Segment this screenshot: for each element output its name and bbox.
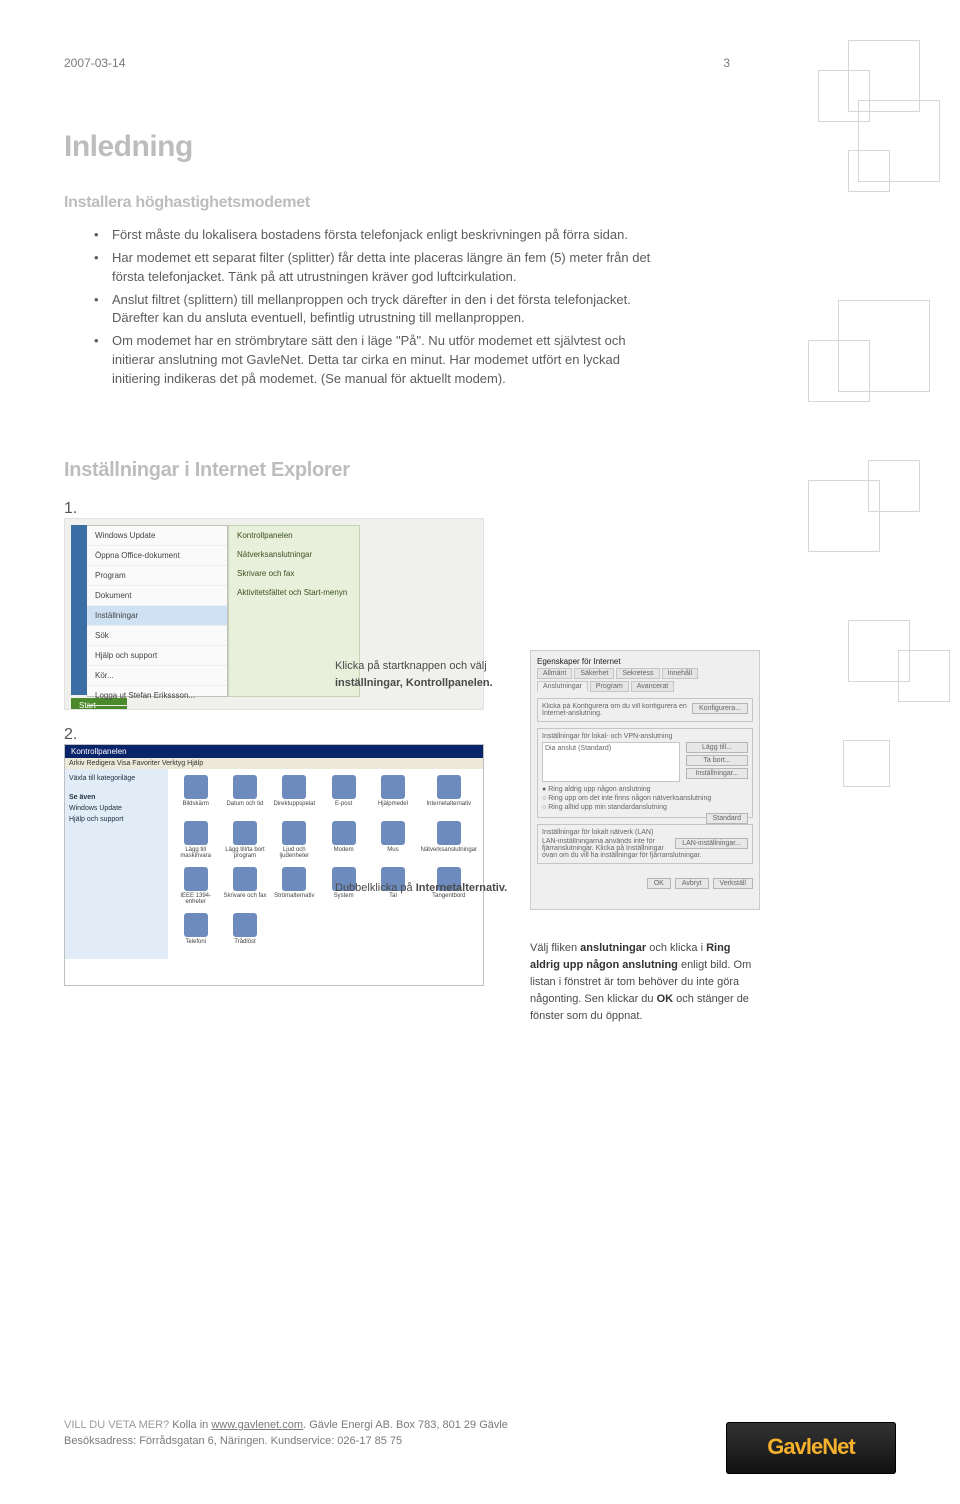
bullet-item: Anslut filtret (splittern) till mellanpr… [94, 291, 654, 329]
main-heading: Inledning [64, 130, 896, 164]
section1-title: Installera höghastighetsmodemet [64, 194, 896, 212]
cp-icon: Direktuppspelat [273, 801, 316, 815]
sm-item: Windows Update [87, 526, 227, 546]
side-link: Växla till kategoriläge [69, 773, 164, 784]
cp-icon: Mus [371, 847, 414, 861]
sm-item: Sök [87, 626, 227, 646]
cp-icon: IEEE 1394-enheter [174, 893, 217, 907]
step2-caption: Dubbelklicka på Internetalternativ. [335, 880, 515, 897]
dialog-title: Egenskaper för Internet [537, 657, 753, 666]
sm-item-selected: Inställningar [87, 606, 227, 626]
cp-icon: Hjälpmedel [371, 801, 414, 815]
default-button: Standard [706, 813, 748, 824]
cp-icon: Internetalternativ [421, 801, 477, 815]
side-link: Hjälp och support [69, 814, 164, 825]
wizard-text: Klicka på Konfigurera om du vill konfigu… [542, 703, 687, 717]
cp-icon: Bildskärm [174, 801, 217, 815]
apply-button: Verkställ [713, 878, 753, 889]
sm-item: Kör... [87, 666, 227, 686]
lan-settings-button: LAN-inställningar... [675, 838, 748, 849]
step3-caption: Välj fliken anslutningar och klicka i Ri… [530, 940, 760, 1025]
step1-caption: Klicka på startknappen och välj inställn… [335, 658, 515, 691]
group-label: Inställningar för lokal- och VPN-anslutn… [542, 733, 748, 740]
tab: Program [590, 681, 629, 692]
tab: Innehåll [662, 668, 699, 679]
section2-title: Inställningar i Internet Explorer [64, 459, 896, 482]
radio-dial-if-no-net: Ring upp om det inte finns någon nätverk… [542, 795, 748, 802]
sm-sub-item: Nätverksanslutningar [229, 545, 359, 564]
cancel-button: Avbryt [675, 878, 709, 889]
control-panel-screenshot: Kontrollpanelen Arkiv Redigera Visa Favo… [64, 744, 484, 986]
dialog-tabs: Allmänt Säkerhet Sekretess Innehåll [537, 668, 753, 679]
sm-item: Logga ut Stefan Erikssson... [87, 686, 227, 706]
cp-icon: E-post [322, 801, 365, 815]
sm-item: Öppna Office-dokument [87, 546, 227, 566]
step-number: 2. [64, 726, 484, 744]
settings-button: Inställningar... [686, 768, 748, 779]
radio-never-dial: Ring aldrig upp någon anslutning [542, 786, 748, 793]
bullet-item: Om modemet har en strömbrytare sätt den … [94, 332, 654, 389]
header-page-number: 3 [723, 56, 730, 70]
cp-icon: Ljud och ljudenheter [273, 847, 316, 861]
side-link: Windows Update [69, 803, 164, 814]
cp-icon: Trådlöst [223, 939, 266, 953]
remove-button: Ta bort... [686, 755, 748, 766]
sm-item: Program [87, 566, 227, 586]
cp-icon: Datum och tid [223, 801, 266, 815]
bullet-item: Först måste du lokalisera bostadens förs… [94, 226, 654, 245]
tab: Sekretess [616, 668, 659, 679]
footer-link[interactable]: www.gavlenet.com [211, 1419, 303, 1431]
sm-item: Hjälp och support [87, 646, 227, 666]
tab-active: Anslutningar [537, 681, 588, 692]
section1-list: Först måste du lokalisera bostadens förs… [94, 226, 654, 389]
step-number: 1. [64, 500, 484, 518]
cp-icon: Nätverksanslutningar [421, 847, 477, 861]
group-label: Inställningar för lokalt nätverk (LAN) [542, 829, 748, 836]
cp-icon: Modem [322, 847, 365, 861]
header-date: 2007-03-14 [64, 56, 896, 70]
cpanel-icon-grid: Bildskärm Datum och tid Direktuppspelat … [168, 769, 483, 959]
add-button: Lägg till... [686, 742, 748, 753]
tab: Avancerat [631, 681, 674, 692]
cp-icon: Skrivare och fax [223, 893, 266, 907]
sm-sub-item: Skrivare och fax [229, 564, 359, 583]
window-titlebar: Kontrollpanelen [65, 745, 483, 758]
radio-always-dial: Ring alltid upp min standardanslutning [542, 804, 748, 811]
config-button: Konfigurera... [692, 703, 748, 714]
cp-icon: Telefoni [174, 939, 217, 953]
tab: Säkerhet [574, 668, 614, 679]
sm-sub-item: Kontrollpanelen [229, 526, 359, 545]
cp-icon: Strömalternativ [273, 893, 316, 907]
tab: Allmänt [537, 668, 572, 679]
connection-list: Dia anslut (Standard) [542, 742, 680, 782]
sm-item: Stäng av datorn... [87, 706, 227, 710]
sm-item: Dokument [87, 586, 227, 606]
side-link: Se även [69, 792, 164, 803]
gavlenet-logo: GavleNet [726, 1422, 896, 1474]
ok-button: OK [647, 878, 671, 889]
cpanel-sidebar: Växla till kategoriläge Se även Windows … [65, 769, 168, 959]
bullet-item: Har modemet ett separat filter (splitter… [94, 249, 654, 287]
cp-icon: Lägg till/ta bort program [223, 847, 266, 861]
cp-icon: Lägg till maskinvara [174, 847, 217, 861]
internet-options-dialog: Egenskaper för Internet Allmänt Säkerhet… [530, 650, 760, 910]
sm-sub-item: Aktivitetsfältet och Start-menyn [229, 583, 359, 602]
window-menubar: Arkiv Redigera Visa Favoriter Verktyg Hj… [65, 758, 483, 769]
